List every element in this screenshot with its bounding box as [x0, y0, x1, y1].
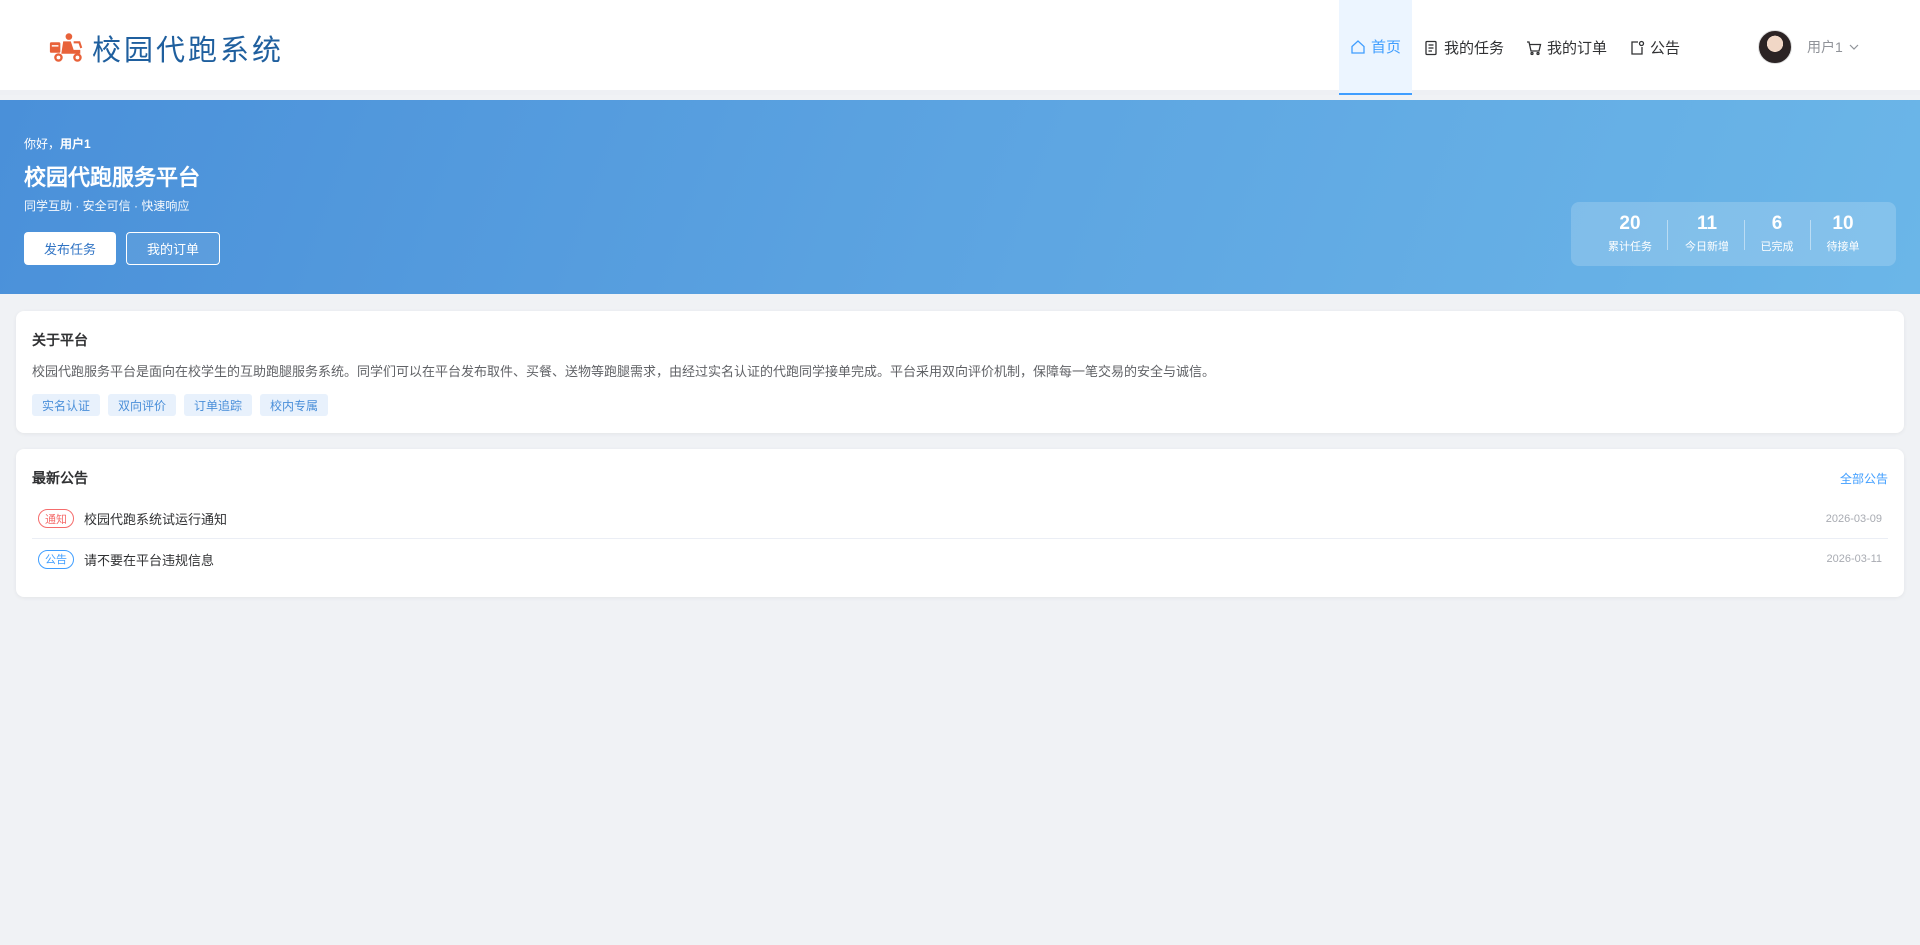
stat-divider [1667, 220, 1668, 250]
notice-title: 校园代跑系统试运行通知 [84, 512, 228, 527]
banner-subtitle: 同学互助 · 安全可信 · 快速响应 [24, 199, 190, 213]
notices-card: 最新公告 全部公告 通知 校园代跑系统试运行通知 2026-03-09 公告 请… [16, 449, 1904, 597]
stat-total-tasks: 20 累计任务 [1605, 213, 1655, 254]
stat-divider [1744, 220, 1745, 250]
about-card: 关于平台 校园代跑服务平台是面向在校学生的互助跑腿服务系统。同学们可以在平台发布… [16, 311, 1904, 433]
app-logo[interactable]: 校园代跑系统 [48, 27, 284, 69]
notice-date: 2026-03-11 [1826, 553, 1882, 565]
user-name: 用户1 [1807, 39, 1843, 55]
nav-my-orders-label: 我的订单 [1547, 40, 1608, 57]
notice-row[interactable]: 通知 校园代跑系统试运行通知 2026-03-09 [32, 499, 1888, 539]
stats-panel: 20 累计任务 11 今日新增 6 已完成 10 待接单 [1571, 202, 1896, 266]
delivery-scooter-icon [49, 33, 83, 62]
feature-tag: 双向评价 [108, 394, 177, 416]
notice-icon [1631, 40, 1645, 55]
stat-total-tasks-value: 20 [1619, 213, 1641, 234]
publish-task-button[interactable]: 发布任务 [24, 232, 116, 265]
feature-tag: 实名认证 [32, 394, 101, 416]
nav-my-orders[interactable]: 我的订单 [1515, 0, 1618, 95]
chevron-down-icon [1849, 44, 1859, 50]
user-menu[interactable]: 用户1 [1758, 30, 1860, 64]
stat-today-new-label: 今日新增 [1685, 241, 1729, 253]
about-title: 关于平台 [32, 332, 88, 348]
nav-my-tasks[interactable]: 我的任务 [1412, 0, 1515, 95]
stat-total-tasks-label: 累计任务 [1608, 241, 1652, 253]
greeting: 你好，用户1 [24, 135, 91, 152]
feature-tag: 校内专属 [260, 394, 329, 416]
stat-pending-value: 10 [1832, 213, 1854, 234]
notice-title: 请不要在平台违规信息 [84, 552, 215, 568]
notice-type-badge: 通知 [38, 509, 74, 528]
stat-completed: 6 已完成 [1757, 213, 1797, 254]
stat-pending-label: 待接单 [1826, 241, 1860, 253]
main-nav: 首页 我的任务 我的订单 公告 [1339, 0, 1691, 95]
avatar[interactable] [1758, 30, 1792, 64]
notice-type-badge: 公告 [38, 549, 74, 569]
cart-icon [1527, 40, 1542, 55]
greeting-prefix: 你好， [24, 137, 61, 151]
stat-today-new: 11 今日新增 [1682, 213, 1732, 254]
stat-divider [1810, 220, 1811, 250]
about-text: 校园代跑服务平台是面向在校学生的互助跑腿服务系统。同学们可以在平台发布取件、买餐… [32, 364, 1216, 379]
stat-completed-label: 已完成 [1760, 241, 1794, 253]
top-header: 校园代跑系统 首页 我的任务 我的订单 公告 用户1 [0, 0, 1920, 95]
home-icon [1351, 39, 1365, 54]
notice-row[interactable]: 公告 请不要在平台违规信息 2026-03-11 [32, 539, 1888, 579]
notices-title: 最新公告 [32, 470, 88, 486]
feature-tag: 订单追踪 [184, 394, 253, 416]
nav-notices[interactable]: 公告 [1618, 0, 1691, 95]
greeting-name: 用户1 [60, 137, 91, 151]
all-notices-link[interactable]: 全部公告 [1840, 470, 1888, 487]
nav-notices-label: 公告 [1650, 40, 1681, 57]
stat-today-new-value: 11 [1696, 213, 1718, 234]
feature-tags: 实名认证 双向评价 订单追踪 校内专属 [32, 394, 336, 416]
document-icon [1425, 40, 1437, 55]
nav-home-label: 首页 [1371, 39, 1402, 56]
nav-home[interactable]: 首页 [1339, 0, 1413, 95]
app-title: 校园代跑系统 [92, 35, 285, 67]
my-orders-button[interactable]: 我的订单 [126, 232, 220, 265]
notice-date: 2026-03-09 [1825, 512, 1882, 525]
nav-my-tasks-label: 我的任务 [1444, 40, 1505, 57]
stat-pending: 10 待接单 [1823, 213, 1863, 254]
stat-completed-value: 6 [1771, 213, 1783, 234]
banner-title: 校园代跑服务平台 [24, 165, 201, 190]
